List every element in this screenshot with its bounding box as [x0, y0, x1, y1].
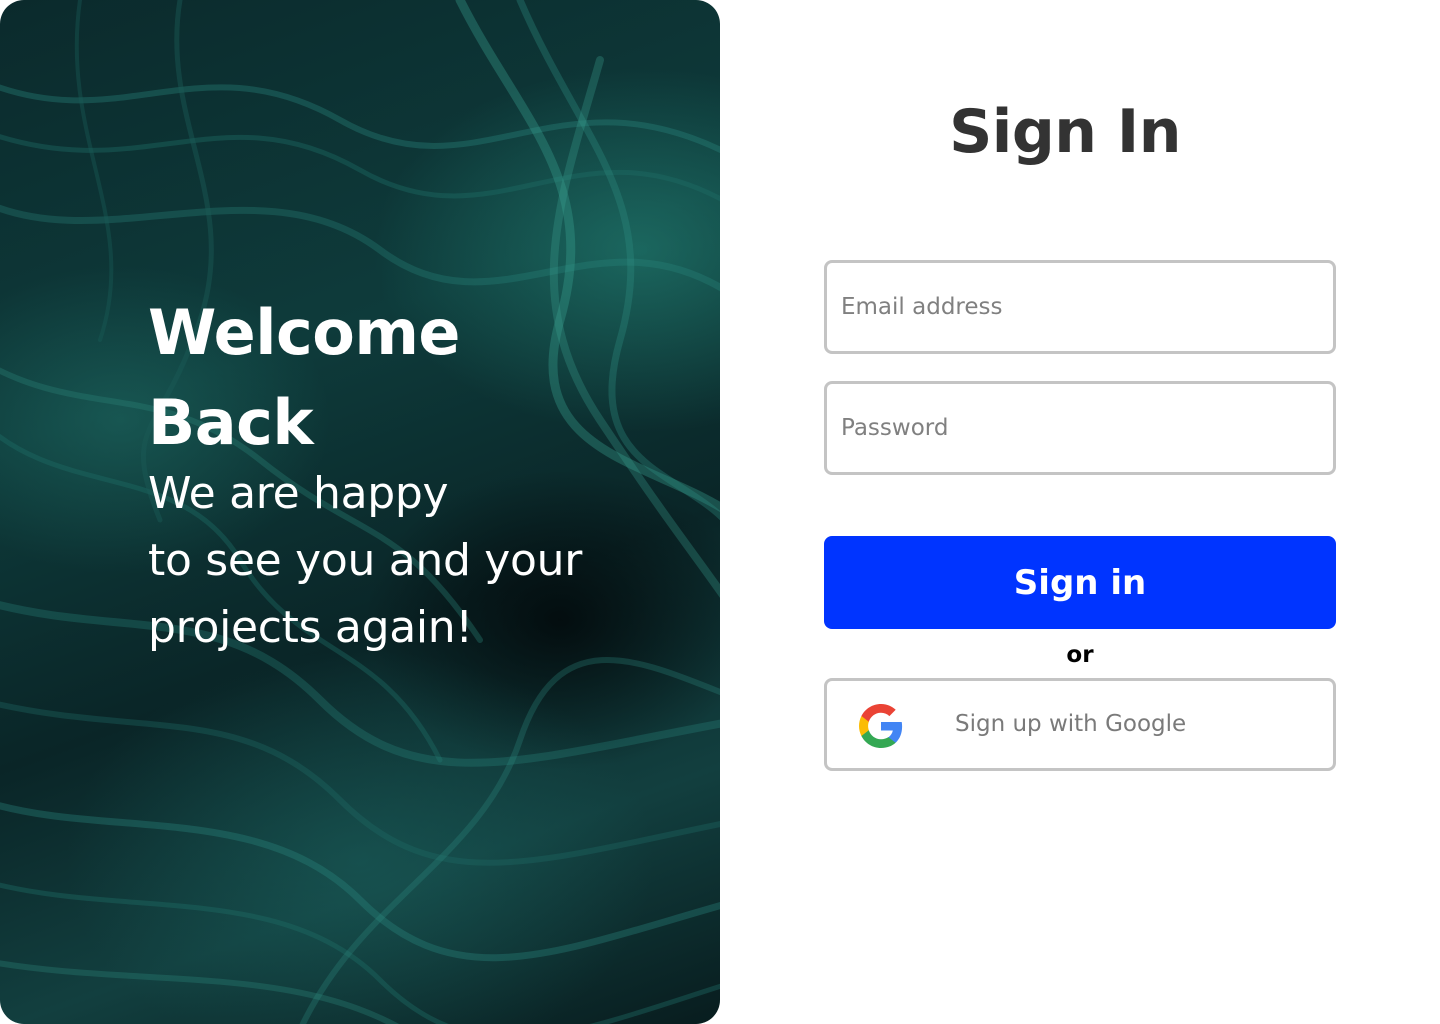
google-g-icon	[859, 704, 903, 748]
email-input[interactable]	[827, 263, 1333, 351]
hero-subtitle-line: We are happy	[148, 468, 449, 519]
sign-in-button[interactable]: Sign in	[824, 536, 1336, 629]
password-input[interactable]	[827, 384, 1333, 472]
hero-title: Welcome Back	[148, 296, 460, 459]
sign-in-page: Welcome Back We are happy to see you and…	[0, 0, 1440, 1024]
or-divider-label: or	[1066, 642, 1094, 668]
google-sign-up-label: Sign up with Google	[955, 711, 1187, 737]
form-title: Sign In	[949, 97, 1181, 167]
hero-subtitle-line: to see you and your	[148, 535, 583, 586]
google-sign-up-button[interactable]: Sign up with Google	[824, 678, 1336, 771]
hero-subtitle: We are happy to see you and your project…	[148, 460, 688, 661]
password-field[interactable]	[824, 381, 1336, 475]
hero-subtitle-line: projects again!	[148, 602, 473, 653]
hero-text: Welcome Back We are happy to see you and…	[148, 288, 688, 661]
email-field[interactable]	[824, 260, 1336, 354]
hero-panel: Welcome Back We are happy to see you and…	[0, 0, 720, 1024]
